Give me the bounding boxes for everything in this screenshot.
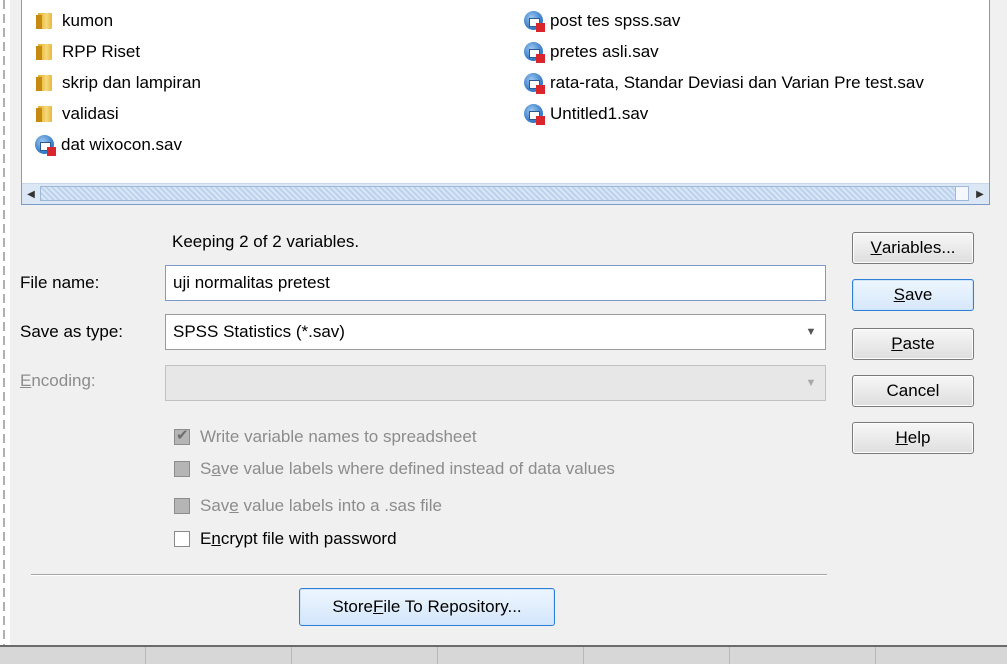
save-as-type-value: SPSS Statistics (*.sav) [173,322,345,341]
save-labels-sas-label: Save value labels into a .sas file [200,496,442,515]
write-variable-names-option: Write variable names to spreadsheet [174,426,477,447]
save-labels-sas-option: Save value labels into a .sas file [174,496,442,516]
file-name: post tes spss.sav [550,11,681,30]
sav-file-icon [524,11,545,32]
encrypt-file-checkbox[interactable] [174,531,190,547]
encoding-label: Encoding: [20,371,96,390]
sav-file-icon [524,73,545,94]
encrypt-file-option[interactable]: Encrypt file with password [174,529,397,549]
help-button[interactable]: Help [852,422,974,454]
file-list[interactable]: kumon RPP Riset skrip dan lampiran valid… [21,0,990,205]
list-item[interactable]: kumon [36,8,113,34]
list-item[interactable]: pretes asli.sav [524,39,659,65]
paste-button[interactable]: Paste [852,328,974,360]
save-button[interactable]: Save [852,279,974,311]
list-item[interactable]: dat wixocon.sav [35,132,182,158]
file-name: validasi [62,104,119,123]
file-name-label: File name: [20,273,100,292]
list-item[interactable]: skrip dan lampiran [36,70,201,96]
sav-file-icon [35,135,56,156]
folder-icon [36,106,54,122]
store-file-to-repository-button[interactable]: Store File To Repository... [299,588,555,626]
list-item[interactable]: rata-rata, Standar Deviasi dan Varian Pr… [524,70,924,96]
file-name: pretes asli.sav [550,42,659,61]
sav-file-icon [524,42,545,63]
list-item[interactable]: RPP Riset [36,39,140,65]
write-variable-names-checkbox [174,426,190,445]
encoding-select: ▼ [165,365,826,401]
scrollbar-thumb[interactable] [40,186,959,201]
background-window-strip [0,645,1007,664]
list-item[interactable]: validasi [36,101,119,127]
sav-file-icon [524,104,545,125]
folder-icon [36,75,54,91]
write-variable-names-label: Write variable names to spreadsheet [200,427,477,446]
list-item[interactable]: Untitled1.sav [524,101,648,127]
file-name: skrip dan lampiran [62,73,201,92]
cancel-button[interactable]: Cancel [852,375,974,407]
save-as-type-label: Save as type: [20,322,124,341]
scroll-right-arrow-icon[interactable]: ▶ [971,184,989,204]
chevron-down-icon: ▼ [805,377,817,389]
scrollbar-track-end [955,186,969,201]
save-as-type-select[interactable]: SPSS Statistics (*.sav) ▼ [165,314,826,350]
scroll-left-arrow-icon[interactable]: ◀ [22,184,40,204]
folder-icon [36,13,54,29]
horizontal-scrollbar[interactable]: ◀ ▶ [22,183,989,204]
file-name: Untitled1.sav [550,104,649,123]
chevron-down-icon[interactable]: ▼ [797,315,825,349]
folder-icon [36,44,54,60]
divider [31,574,827,576]
file-name: rata-rata, Standar Deviasi dan Varian Pr… [550,73,924,92]
keeping-variables-text: Keeping 2 of 2 variables. [172,232,360,251]
save-value-labels-label: Save value labels where defined instead … [200,459,615,478]
file-name-input[interactable]: uji normalitas pretest [165,265,826,301]
save-labels-sas-checkbox [174,498,190,514]
file-name: dat wixocon.sav [61,135,182,154]
encrypt-file-label: Encrypt file with password [200,529,397,548]
list-item[interactable]: post tes spss.sav [524,8,680,34]
file-name: kumon [62,11,114,30]
save-value-labels-option: Save value labels where defined instead … [174,459,615,479]
variables-button[interactable]: Variables... [852,232,974,264]
save-value-labels-checkbox [174,461,190,477]
file-name: RPP Riset [62,42,141,61]
